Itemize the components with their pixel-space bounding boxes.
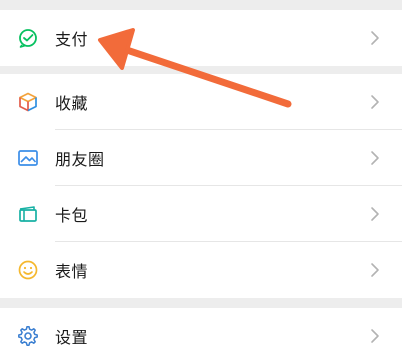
- smiley-icon: [17, 259, 39, 281]
- menu-item-settings-label: 设置: [55, 330, 89, 347]
- me-page: 支付 收藏 朋友圈 卡包 表情 设置: [0, 0, 402, 364]
- menu-item-pay-label: 支付: [55, 32, 89, 49]
- chevron-right-icon: [371, 263, 379, 277]
- chevron-right-icon: [371, 31, 379, 45]
- menu-item-moments[interactable]: 朋友圈: [0, 130, 402, 186]
- menu-item-moments-label: 朋友圈: [55, 152, 105, 169]
- menu-item-cards[interactable]: 卡包: [0, 186, 402, 242]
- chevron-right-icon: [371, 207, 379, 221]
- chevron-right-icon: [371, 329, 379, 343]
- menu-item-favorites[interactable]: 收藏: [0, 74, 402, 130]
- menu-item-favorites-label: 收藏: [55, 96, 89, 113]
- card-wallet-icon: [17, 203, 39, 225]
- menu-item-cards-label: 卡包: [55, 208, 89, 225]
- cube-icon: [17, 91, 39, 113]
- wechat-pay-icon: [17, 27, 39, 49]
- picture-icon: [17, 147, 39, 169]
- gear-icon: [17, 325, 39, 347]
- menu-item-settings[interactable]: 设置: [0, 308, 402, 364]
- chevron-right-icon: [371, 151, 379, 165]
- main-group: 收藏 朋友圈 卡包 表情: [0, 74, 402, 298]
- settings-group: 设置: [0, 308, 402, 364]
- menu-item-pay[interactable]: 支付: [0, 10, 402, 66]
- menu-item-stickers[interactable]: 表情: [0, 242, 402, 298]
- chevron-right-icon: [371, 95, 379, 109]
- pay-group: 支付: [0, 10, 402, 66]
- menu-item-stickers-label: 表情: [55, 264, 89, 281]
